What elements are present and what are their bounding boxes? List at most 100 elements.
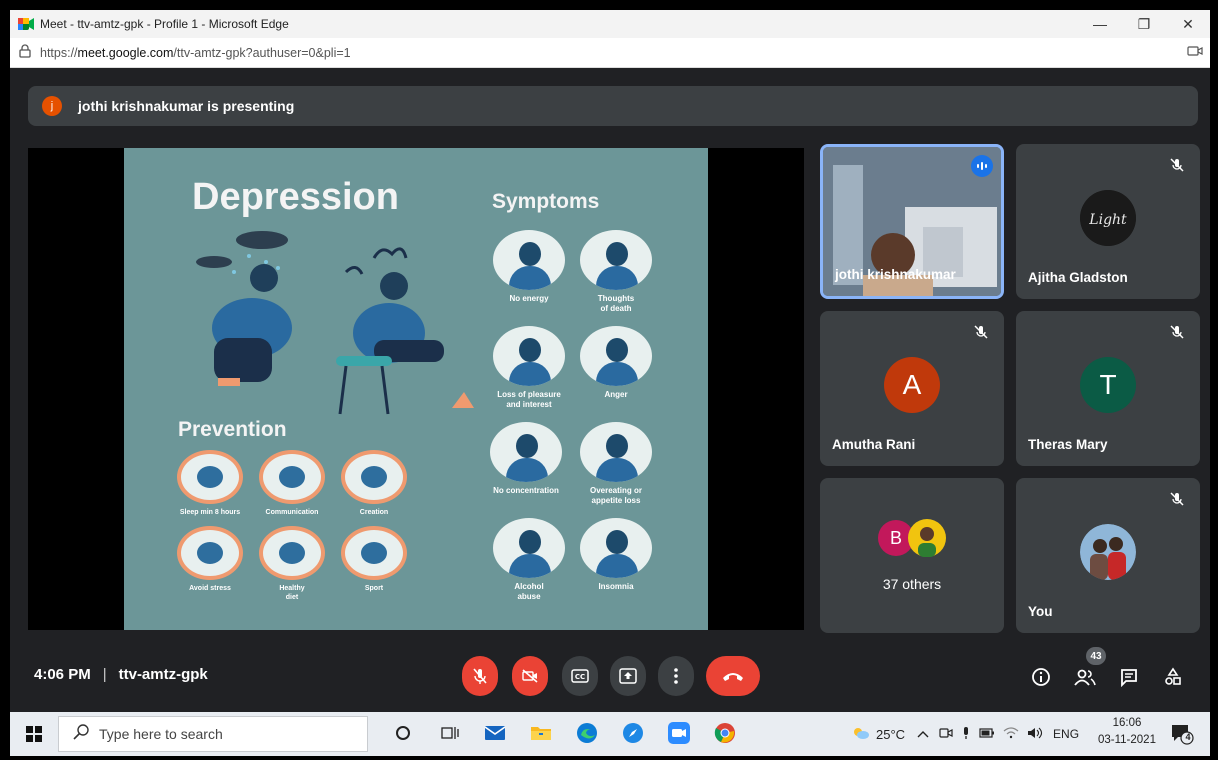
- file-explorer-button[interactable]: [528, 720, 554, 746]
- battery-icon[interactable]: [979, 727, 995, 741]
- symptoms-heading: Symptoms: [492, 190, 600, 213]
- edge-browser-button[interactable]: [574, 720, 600, 746]
- present-now-button[interactable]: [610, 656, 646, 696]
- taskbar-clock[interactable]: 16:06 03-11-2021: [1092, 715, 1162, 749]
- cortana-button[interactable]: [390, 720, 416, 746]
- meditation-icon: [177, 526, 243, 580]
- page-info-icon[interactable]: [10, 44, 40, 61]
- presenting-banner: j jothi krishnakumar is presenting: [28, 86, 1198, 126]
- search-placeholder: Type here to search: [99, 726, 223, 742]
- mic-off-icon: [473, 668, 487, 684]
- notification-count: 4: [1185, 732, 1191, 742]
- symptom-insomnia: Insomnia: [576, 518, 656, 592]
- captions-button[interactable]: CC: [562, 656, 598, 696]
- face-icon: [580, 326, 652, 386]
- taskbar-search-box[interactable]: Type here to search: [58, 716, 368, 752]
- window-title: Meet - ttv-amtz-gpk - Profile 1 - Micros…: [40, 17, 289, 31]
- safari-app-button[interactable]: [620, 720, 646, 746]
- meeting-details: 4:06 PM | ttv-amtz-gpk: [34, 666, 208, 683]
- restore-button[interactable]: ❐: [1122, 16, 1166, 33]
- symptom-loss-of-pleasure: Loss of pleasure and interest: [489, 326, 569, 410]
- input-language[interactable]: ENG: [1053, 727, 1079, 741]
- tile-amutha-rani[interactable]: A Amutha Rani: [820, 311, 1004, 466]
- face-icon: [493, 326, 565, 386]
- meet-now-icon[interactable]: [939, 726, 953, 743]
- chrome-icon: [714, 723, 735, 743]
- google-meet-icon: [18, 18, 34, 30]
- volume-icon[interactable]: [1027, 727, 1043, 742]
- speaking-indicator-icon: [971, 155, 993, 177]
- minimize-button[interactable]: —: [1078, 16, 1122, 32]
- camera-off-icon: [522, 669, 538, 683]
- face-icon: [493, 230, 565, 290]
- mic-off-icon: [972, 323, 990, 341]
- presentation-stage[interactable]: Depression Symptoms Prevention No energy…: [28, 148, 804, 630]
- tile-presenter[interactable]: jothi krishnakumar: [820, 144, 1004, 299]
- camera-permission-icon[interactable]: [1180, 45, 1210, 60]
- microphone-icon[interactable]: [961, 726, 971, 743]
- avatar: A: [884, 357, 940, 413]
- profile-photo: [1080, 524, 1136, 580]
- prevention-healthy-diet: Healthy diet: [254, 526, 330, 602]
- participant-name: You: [1028, 604, 1053, 619]
- meeting-code: ttv-amtz-gpk: [118, 666, 208, 683]
- participant-name: jothi krishnakumar: [835, 267, 956, 282]
- start-button[interactable]: [10, 726, 58, 742]
- face-icon: [580, 230, 652, 290]
- task-view-icon: [441, 727, 459, 739]
- mail-icon: [484, 726, 506, 740]
- participant-count-badge: 43: [1086, 647, 1106, 665]
- task-view-button[interactable]: [437, 720, 463, 746]
- presentation-slide: Depression Symptoms Prevention No energy…: [124, 148, 708, 630]
- present-screen-icon: [619, 668, 637, 684]
- participant-name: Amutha Rani: [832, 437, 916, 452]
- clock-time: 16:06: [1112, 717, 1142, 729]
- camera-toggle-button[interactable]: [512, 656, 548, 696]
- activities-button[interactable]: [1160, 664, 1186, 690]
- slide-title: Depression: [192, 176, 399, 218]
- participant-name: Ajitha Gladston: [1028, 270, 1128, 285]
- leave-call-button[interactable]: [706, 656, 760, 696]
- svg-text:CC: CC: [575, 673, 585, 681]
- wifi-icon[interactable]: [1003, 726, 1019, 742]
- depression-illustration: [196, 231, 474, 415]
- cortana-icon: [396, 726, 410, 740]
- more-options-button[interactable]: [658, 656, 694, 696]
- mail-app-button[interactable]: [482, 720, 508, 746]
- chevron-up-icon[interactable]: [917, 727, 929, 741]
- meet-window: j jothi krishnakumar is presenting Depre…: [10, 68, 1210, 712]
- presenting-text: jothi krishnakumar is presenting: [78, 98, 295, 114]
- tile-theras-mary[interactable]: T Theras Mary: [1016, 311, 1200, 466]
- zoom-app-button[interactable]: [666, 720, 692, 746]
- others-count: 37 others: [882, 576, 942, 592]
- weather-icon[interactable]: [852, 726, 870, 743]
- video-camera-icon: [668, 722, 690, 744]
- dumbbell-icon: [341, 526, 407, 580]
- avatar-photo: [908, 519, 946, 557]
- mic-toggle-button[interactable]: [462, 656, 498, 696]
- info-icon: [1032, 668, 1050, 686]
- url-text[interactable]: https://meet.google.com/ttv-amtz-gpk?aut…: [40, 46, 1180, 60]
- symptom-no-energy: No energy: [489, 230, 569, 304]
- tile-others[interactable]: B 37 others: [820, 478, 1004, 633]
- chat-icon: [1121, 669, 1137, 687]
- closed-captions-icon: CC: [571, 669, 589, 683]
- temperature[interactable]: 25°C: [876, 727, 905, 742]
- more-vert-icon: [674, 668, 678, 684]
- edge-icon: [577, 723, 597, 743]
- people-icon: [1074, 669, 1096, 686]
- symptom-anger: Anger: [576, 326, 656, 400]
- svg-text:Light: Light: [1088, 212, 1127, 228]
- people-button[interactable]: [1072, 664, 1098, 690]
- chat-button[interactable]: [1116, 664, 1142, 690]
- tile-you[interactable]: You: [1016, 478, 1200, 633]
- activities-icon: [1165, 667, 1181, 685]
- meeting-details-button[interactable]: [1028, 664, 1054, 690]
- prevention-avoid-stress: Avoid stress: [172, 526, 248, 593]
- tile-ajitha-gladston[interactable]: Light Ajitha Gladston: [1016, 144, 1200, 299]
- action-center-button[interactable]: 4: [1170, 722, 1196, 748]
- chrome-button[interactable]: [712, 720, 738, 746]
- face-icon: [490, 422, 562, 482]
- address-bar[interactable]: https://meet.google.com/ttv-amtz-gpk?aut…: [10, 38, 1210, 68]
- close-button[interactable]: ✕: [1166, 16, 1210, 33]
